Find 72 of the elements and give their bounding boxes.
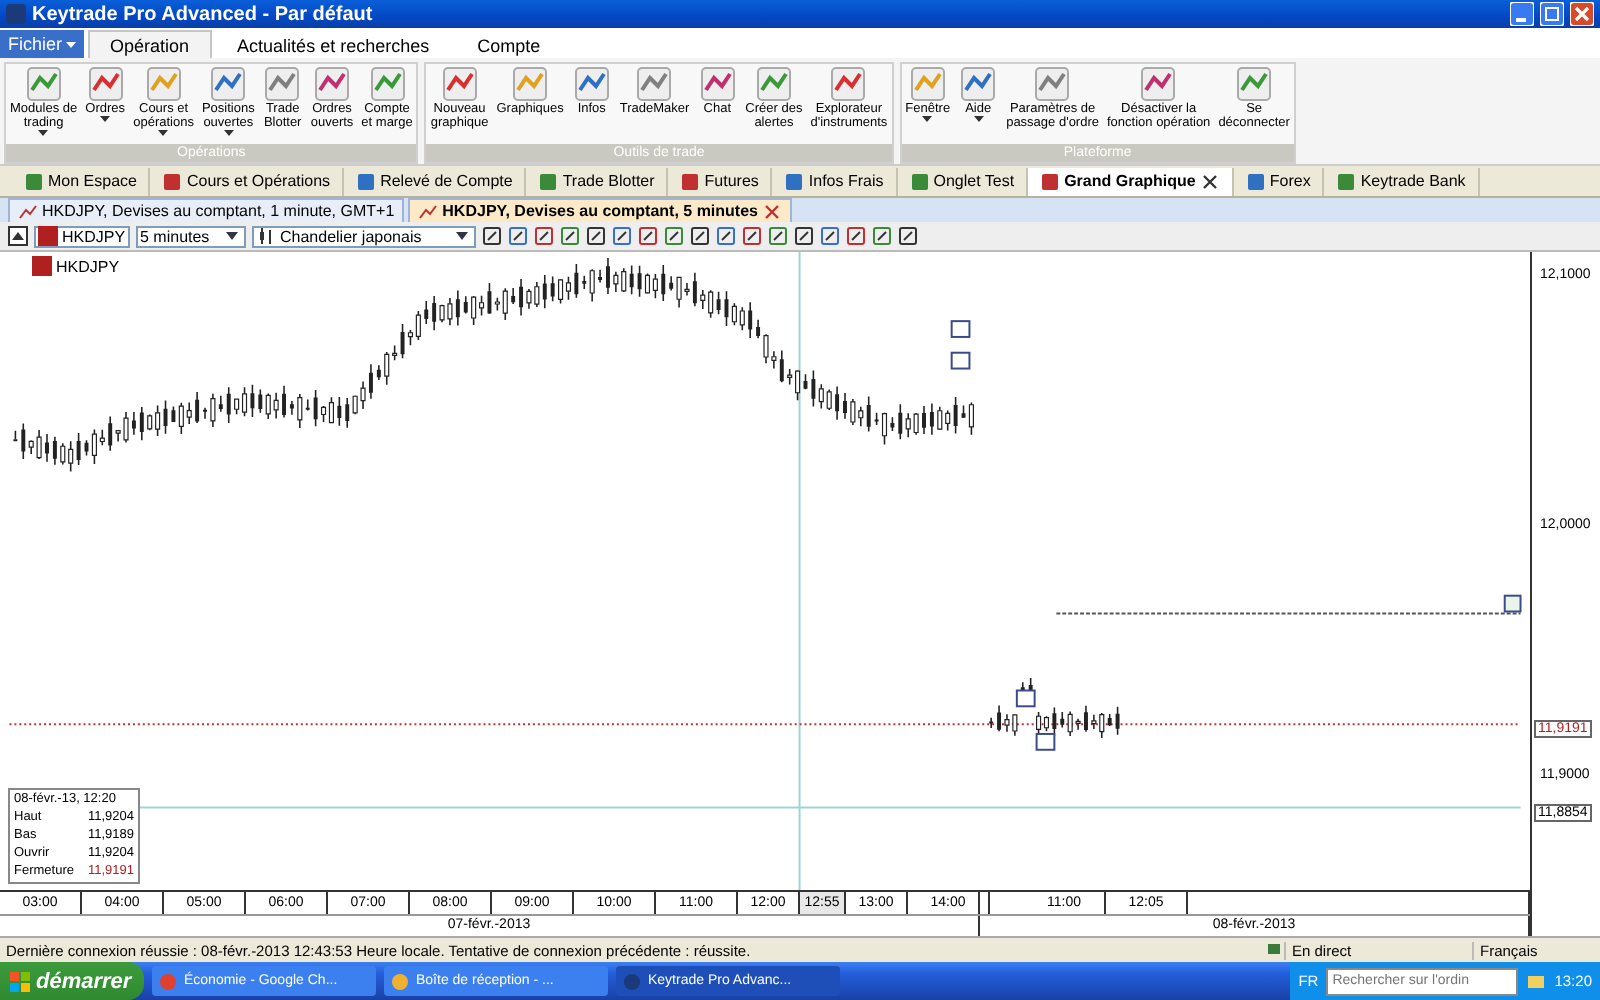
workspace-tab[interactable]: Grand Graphique bbox=[1028, 167, 1234, 195]
tab-icon bbox=[1336, 171, 1357, 191]
tab-icon bbox=[1245, 171, 1266, 191]
toolbar-tool-icon[interactable] bbox=[794, 226, 814, 246]
order-marker-icon[interactable] bbox=[950, 351, 971, 370]
tab-icon bbox=[24, 171, 44, 191]
toolbar-tool-icon[interactable] bbox=[508, 226, 528, 246]
toolbar-tool-icon[interactable] bbox=[482, 226, 502, 246]
order-marker-icon[interactable] bbox=[1035, 732, 1056, 751]
tab-icon bbox=[538, 171, 559, 191]
app-icon bbox=[6, 4, 26, 24]
symbol-field[interactable]: HKDJPY bbox=[34, 225, 130, 247]
candle-icon bbox=[256, 226, 276, 246]
alert-marker-icon[interactable] bbox=[1503, 594, 1522, 613]
start-button[interactable]: démarrer bbox=[0, 962, 144, 1000]
chart-tab[interactable]: HKDJPY, Devises au comptant, 1 minute, GMT+1 bbox=[8, 198, 405, 222]
close-button[interactable] bbox=[1570, 2, 1594, 26]
workspace-tab[interactable]: Infos Frais bbox=[772, 167, 898, 195]
toolbar-tool-icon[interactable] bbox=[534, 226, 554, 246]
workspace-tab[interactable]: Forex bbox=[1233, 167, 1325, 195]
chart-line-icon bbox=[418, 201, 439, 221]
caret-icon bbox=[973, 116, 984, 122]
app-icon bbox=[158, 971, 178, 991]
tab-icon bbox=[784, 171, 805, 191]
caret-icon bbox=[100, 116, 111, 122]
workspace-tab[interactable]: Keytrade Bank bbox=[1324, 167, 1480, 195]
tab-icon bbox=[1040, 171, 1061, 191]
order-marker-icon[interactable] bbox=[1015, 689, 1036, 708]
chart-type-dropdown[interactable]: Chandelier japonais bbox=[252, 225, 476, 247]
toolbar-tool-icon[interactable] bbox=[742, 226, 762, 246]
workspace-tab[interactable]: Relevé de Compte bbox=[344, 167, 527, 195]
order-marker-icon[interactable] bbox=[950, 320, 971, 338]
workspace-tab[interactable]: Futures bbox=[668, 167, 773, 195]
app-icon bbox=[622, 971, 642, 991]
toolbar-tool-icon[interactable] bbox=[768, 226, 788, 246]
minimize-button[interactable] bbox=[1510, 2, 1534, 26]
tab-icon bbox=[680, 171, 701, 191]
workspace-tab[interactable]: Mon Espace bbox=[12, 167, 151, 195]
toolbar-tool-icon[interactable] bbox=[846, 226, 866, 246]
file-menu-button[interactable]: Fichier bbox=[0, 30, 85, 58]
toolbar-tool-icon[interactable] bbox=[898, 226, 918, 246]
ribbon-tab[interactable]: Opération bbox=[88, 30, 212, 58]
collapse-icon[interactable] bbox=[8, 226, 28, 246]
toolbar-tool-icon[interactable] bbox=[872, 226, 892, 246]
caret-icon bbox=[922, 116, 933, 122]
tab-icon bbox=[356, 171, 377, 191]
workspace-tab[interactable]: Cours et Opérations bbox=[150, 167, 345, 195]
toolbar-tool-icon[interactable] bbox=[716, 226, 736, 246]
toolbar-tool-icon[interactable] bbox=[560, 226, 580, 246]
window-title: Keytrade Pro Advanced - Par défaut bbox=[32, 3, 375, 25]
caret-icon bbox=[223, 130, 234, 136]
toolbar-tool-icon[interactable] bbox=[586, 226, 606, 246]
toolbar-tool-icon[interactable] bbox=[820, 226, 840, 246]
chart-legend: HKDJPY bbox=[56, 257, 120, 275]
chart-tab[interactable]: HKDJPY, Devises au comptant, 5 minutes bbox=[408, 198, 792, 222]
toolbar-tool-icon[interactable] bbox=[612, 226, 632, 246]
tab-icon bbox=[162, 171, 183, 191]
close-icon bbox=[1199, 171, 1220, 191]
workspace-tab[interactable]: Trade Blotter bbox=[526, 167, 669, 195]
toolbar-tool-icon[interactable] bbox=[638, 226, 658, 246]
chart-line-icon bbox=[18, 201, 38, 221]
caret-icon bbox=[38, 130, 49, 136]
caret-icon bbox=[66, 41, 77, 47]
toolbar-tool-icon[interactable] bbox=[664, 226, 684, 246]
tab-icon bbox=[909, 171, 930, 191]
toolbar-tool-icon[interactable] bbox=[690, 226, 710, 246]
maximize-button[interactable] bbox=[1540, 2, 1564, 26]
close-icon bbox=[761, 201, 782, 221]
windows-logo-icon bbox=[10, 971, 30, 991]
interval-dropdown[interactable]: 5 minutes bbox=[136, 225, 246, 247]
app-icon bbox=[390, 971, 410, 991]
caret-icon bbox=[158, 130, 169, 136]
